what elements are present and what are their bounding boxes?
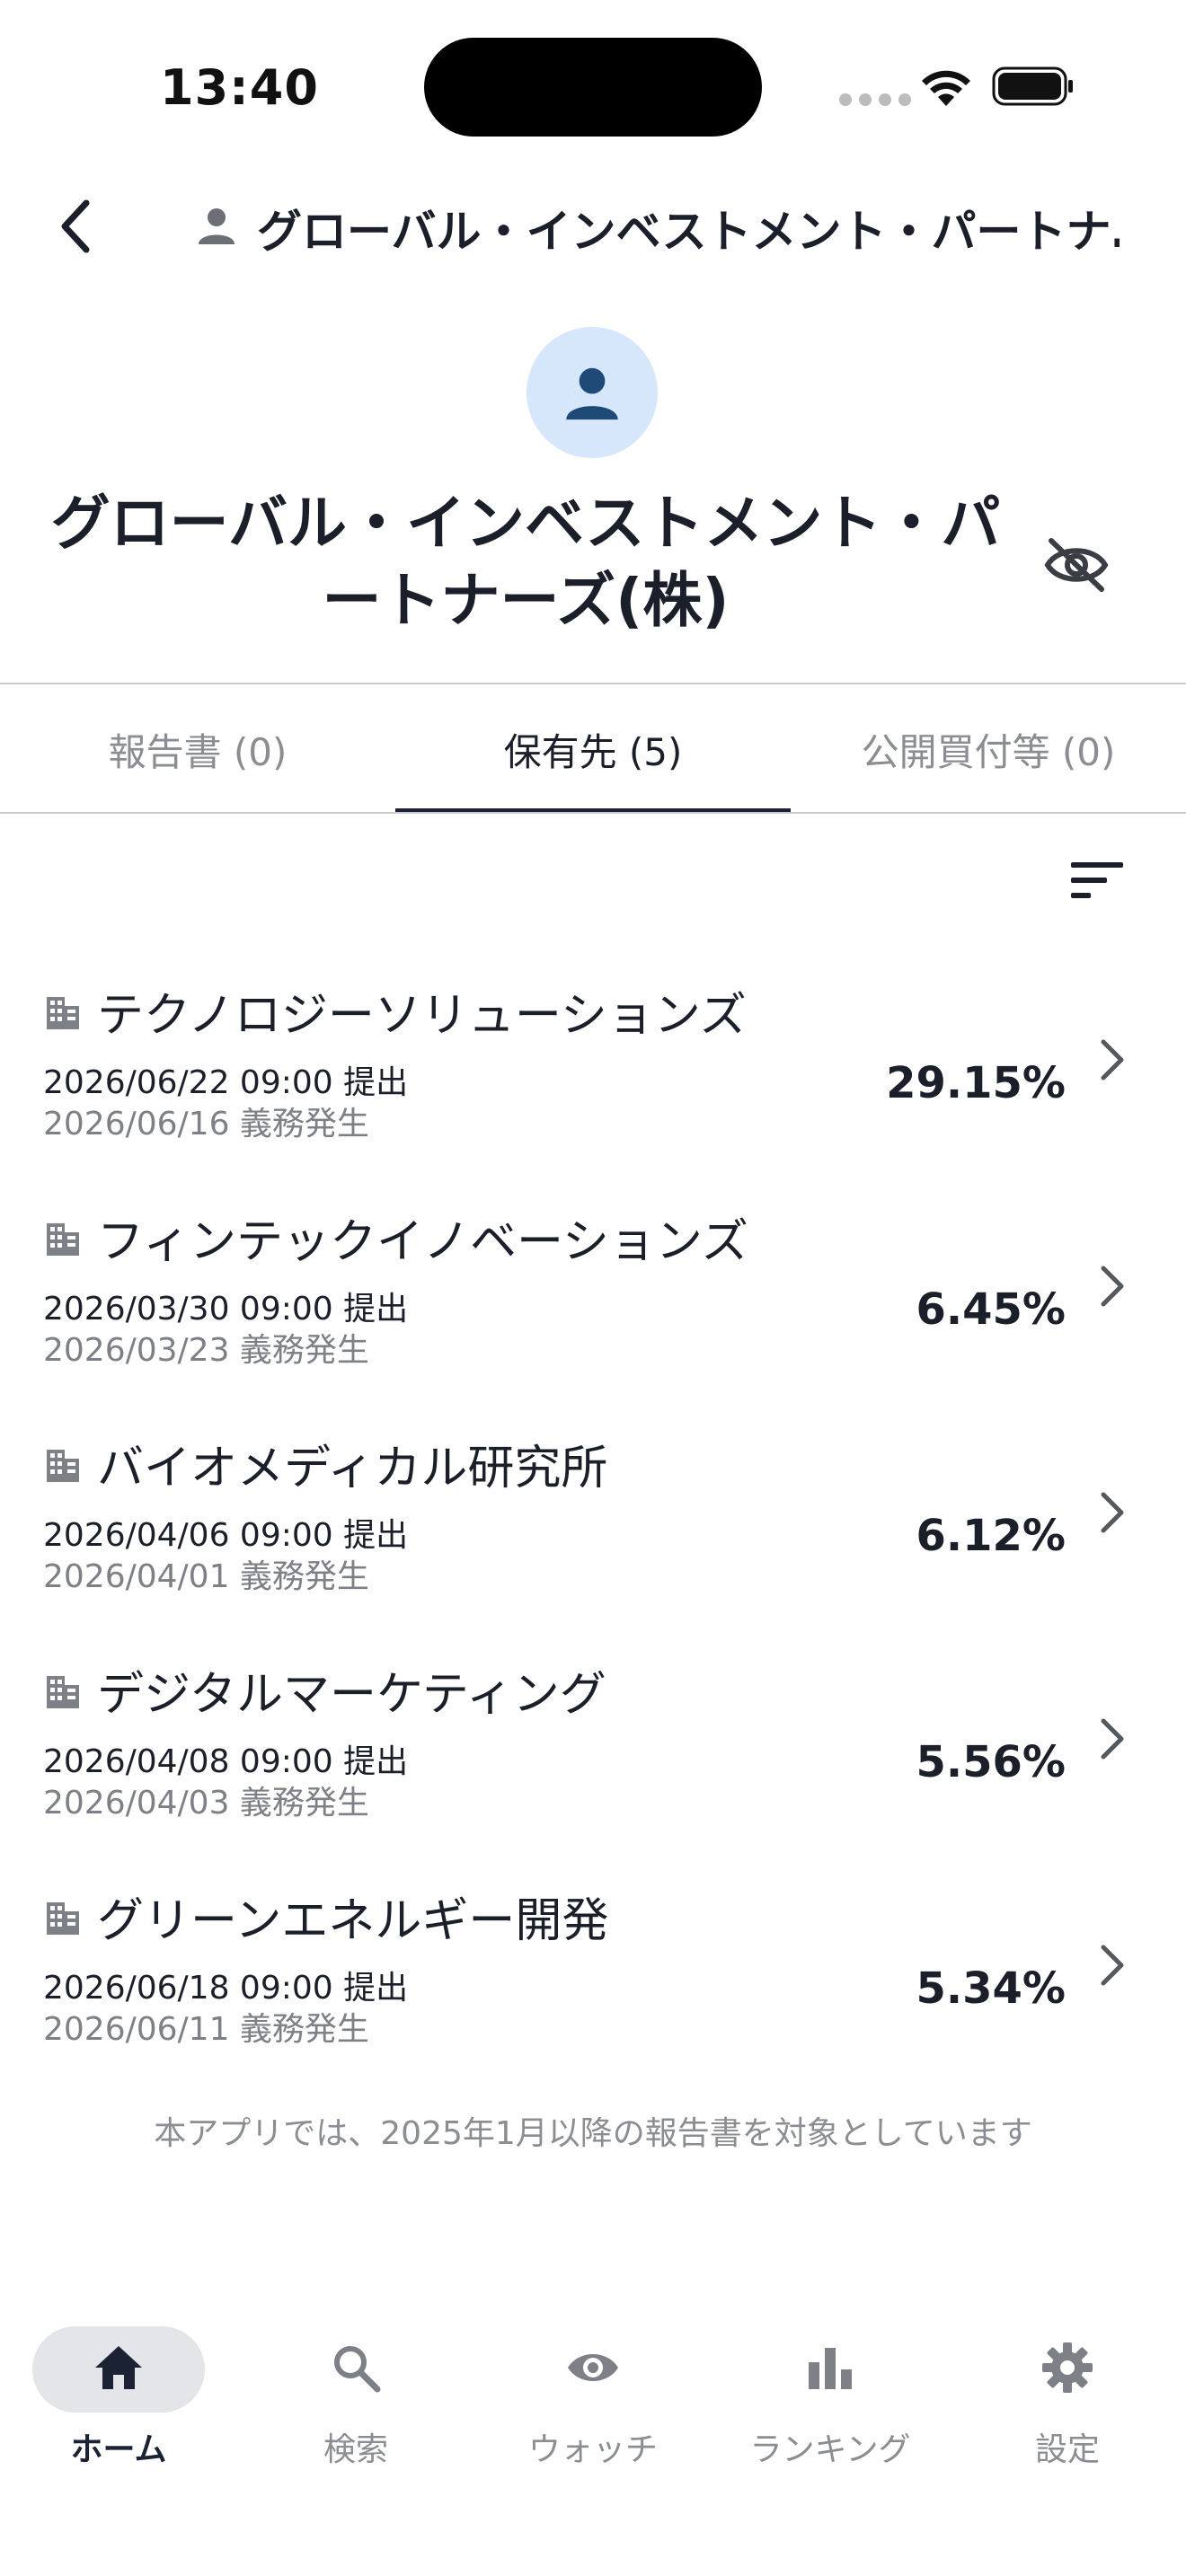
filed-date: 2026/04/06 09:00 提出 <box>43 1517 409 1554</box>
holdings-list: テクノロジーソリューションズ 2026/06/22 09:00 提出 2026/… <box>0 952 1186 2084</box>
tab-reports[interactable]: 報告書 (0) <box>0 684 395 814</box>
tab-tender-offers[interactable]: 公開買付等 (0) <box>791 684 1186 814</box>
company-name: デジタルマーケティング <box>97 1668 606 1722</box>
holding-percent: 29.15% <box>886 1058 1066 1108</box>
holding-percent: 6.45% <box>916 1284 1066 1335</box>
divider <box>0 812 1186 814</box>
list-item[interactable]: デジタルマーケティング 2026/04/08 09:00 提出 2026/04/… <box>0 1631 1186 1857</box>
eye-icon <box>568 2354 618 2381</box>
list-item[interactable]: フィンテックイノベーションズ 2026/03/30 09:00 提出 2026/… <box>0 1178 1186 1405</box>
chevron-right-icon <box>1101 1718 1124 1760</box>
nav-home[interactable]: ホーム <box>0 2310 237 2490</box>
bar-chart-icon <box>809 2348 852 2389</box>
obligation-date: 2026/04/03 義務発生 <box>43 1785 369 1822</box>
chevron-right-icon <box>1101 1266 1124 1307</box>
back-button[interactable] <box>40 190 111 262</box>
eye-off-icon[interactable] <box>1042 535 1111 595</box>
bottom-nav: ホーム 検索 ウォッチ ランキング 設定 <box>0 2310 1186 2490</box>
dynamic-island <box>424 38 762 137</box>
tab-holdings[interactable]: 保有先 (5) <box>395 684 791 814</box>
list-item[interactable]: グリーンエネルギー開発 2026/06/18 09:00 提出 2026/06/… <box>0 1857 1186 2084</box>
obligation-date: 2026/06/11 義務発生 <box>43 2011 369 2048</box>
gear-icon <box>1042 2342 1093 2393</box>
coverage-note: 本アプリでは、2025年1月以降の報告書を対象としています <box>154 2115 1032 2152</box>
holding-percent: 6.12% <box>916 1511 1066 1561</box>
status-bar: 13:40 <box>0 0 1186 162</box>
filed-date: 2026/06/18 09:00 提出 <box>43 1970 409 2007</box>
sort-icon[interactable] <box>1066 853 1128 907</box>
building-icon <box>47 997 79 1029</box>
nav-settings[interactable]: 設定 <box>949 2310 1186 2490</box>
profile-name: グローバル・インベストメント・パートナーズ(株) <box>50 489 1001 635</box>
app-header: グローバル・インベストメント・パートナ… <box>0 171 1186 278</box>
nav-label: ランキング <box>749 2431 911 2468</box>
obligation-date: 2026/06/16 義務発生 <box>43 1106 369 1142</box>
building-icon <box>47 1902 79 1935</box>
header-title: グローバル・インベストメント・パートナ… <box>257 206 1120 258</box>
building-icon <box>47 1676 79 1708</box>
filed-date: 2026/04/08 09:00 提出 <box>43 1743 409 1780</box>
company-name: フィンテックイノベーションズ <box>97 1215 748 1269</box>
nav-label: ホーム <box>70 2431 167 2468</box>
filed-date: 2026/06/22 09:00 提出 <box>43 1064 409 1101</box>
list-item[interactable]: バイオメディカル研究所 2026/04/06 09:00 提出 2026/04/… <box>0 1405 1186 1631</box>
home-icon <box>95 2346 142 2389</box>
company-name: グリーンエネルギー開発 <box>97 1894 609 1948</box>
search-icon <box>334 2346 381 2393</box>
wifi-icon <box>922 70 970 106</box>
chevron-right-icon <box>1101 1039 1124 1081</box>
tab-bar: 報告書 (0) 保有先 (5) 公開買付等 (0) <box>0 684 1186 814</box>
nav-watch[interactable]: ウォッチ <box>474 2310 712 2490</box>
nav-ranking[interactable]: ランキング <box>712 2310 949 2490</box>
person-icon <box>566 367 618 420</box>
nav-label: 検索 <box>323 2431 388 2468</box>
obligation-date: 2026/03/23 義務発生 <box>43 1332 369 1369</box>
filed-date: 2026/03/30 09:00 提出 <box>43 1291 409 1328</box>
obligation-date: 2026/04/01 義務発生 <box>43 1558 369 1595</box>
avatar <box>527 327 658 458</box>
company-name: バイオメディカル研究所 <box>97 1442 608 1495</box>
building-icon <box>47 1450 79 1482</box>
chevron-left-icon <box>61 199 90 253</box>
nav-label: ウォッチ <box>527 2431 658 2468</box>
cellular-signal-icon <box>839 93 911 106</box>
status-time: 13:40 <box>160 59 319 116</box>
battery-icon <box>992 66 1073 106</box>
building-icon <box>47 1223 79 1256</box>
chevron-right-icon <box>1101 1945 1124 1986</box>
holding-percent: 5.34% <box>916 1963 1066 2014</box>
nav-search[interactable]: 検索 <box>237 2310 474 2490</box>
person-icon <box>199 208 235 244</box>
chevron-right-icon <box>1101 1492 1124 1533</box>
holding-percent: 5.56% <box>916 1737 1066 1787</box>
list-item[interactable]: テクノロジーソリューションズ 2026/06/22 09:00 提出 2026/… <box>0 952 1186 1178</box>
company-name: テクノロジーソリューションズ <box>97 989 747 1043</box>
nav-label: 設定 <box>1034 2431 1100 2468</box>
